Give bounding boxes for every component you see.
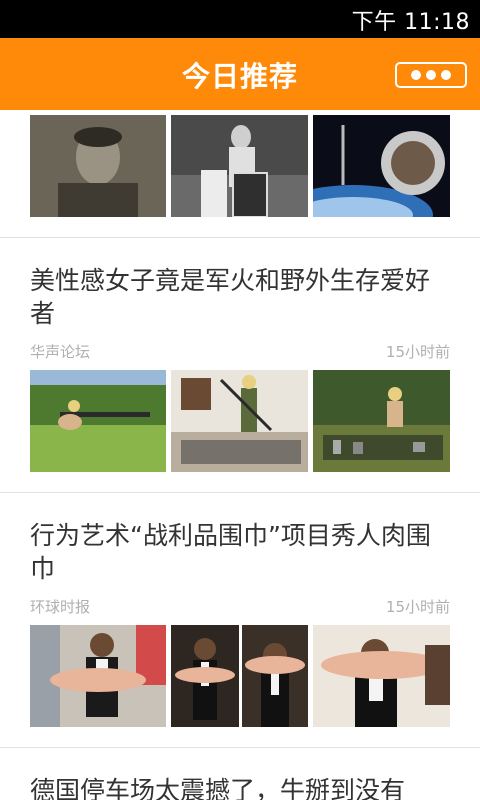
more-options-button[interactable]	[395, 62, 467, 88]
photo-thumbnail[interactable]	[242, 625, 308, 727]
photo-thumbnail[interactable]	[171, 370, 308, 472]
thumbnail-row	[30, 370, 450, 472]
thumbnail-row	[30, 115, 450, 217]
article-source: 华声论坛	[30, 343, 91, 361]
photo-thumbnail[interactable]	[313, 115, 450, 217]
photo-thumbnail[interactable]	[30, 370, 166, 472]
photo-thumbnail[interactable]	[171, 115, 308, 217]
photo-thumbnail[interactable]	[30, 625, 166, 727]
status-time: 下午 11:18	[351, 10, 470, 35]
news-feed[interactable]: 美性感女子竟是军火和野外生存爱好者 华声论坛 15小时前 行为艺术“战利品围巾”…	[0, 110, 480, 800]
article-time: 15小时前	[385, 598, 450, 616]
article-time: 15小时前	[385, 343, 450, 361]
article-title[interactable]: 行为艺术“战利品围巾”项目秀人肉围巾	[30, 519, 450, 585]
article-title[interactable]: 德国停车场太震撼了，牛掰到没有	[30, 774, 450, 800]
divider	[0, 237, 480, 238]
more-dot-icon	[441, 70, 451, 80]
photo-thumbnail[interactable]	[313, 625, 450, 727]
article-meta: 华声论坛 15小时前	[30, 341, 450, 362]
thumbnail-row	[30, 625, 450, 727]
photo-thumbnail[interactable]	[30, 115, 166, 217]
photo-thumbnail[interactable]	[171, 625, 239, 727]
article-source: 环球时报	[30, 598, 91, 616]
photo-thumbnail[interactable]	[313, 370, 450, 472]
article-meta: 环球时报 15小时前	[30, 596, 450, 617]
divider	[0, 492, 480, 493]
more-dot-icon	[411, 70, 421, 80]
app-header: 今日推荐	[0, 38, 480, 110]
status-bar: 下午 11:18	[0, 0, 480, 38]
more-dot-icon	[426, 70, 436, 80]
article-title[interactable]: 美性感女子竟是军火和野外生存爱好者	[30, 264, 450, 330]
divider	[0, 747, 480, 748]
